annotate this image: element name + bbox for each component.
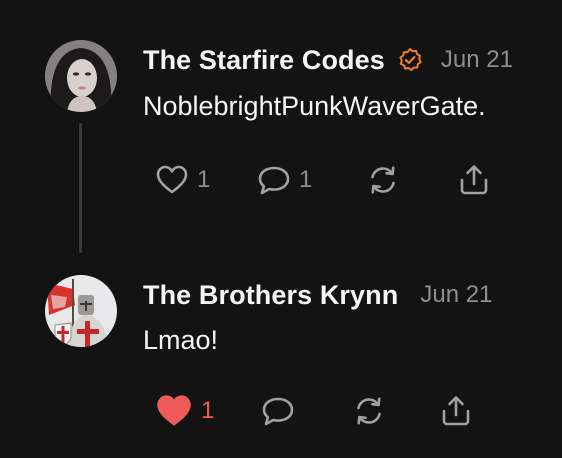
reply-button[interactable] <box>261 391 295 431</box>
post-actions: 1 1 <box>155 160 535 200</box>
author-name[interactable]: The Brothers Krynn <box>143 280 398 311</box>
post-header: The Starfire Codes Jun 21 <box>143 40 513 80</box>
share-button[interactable] <box>438 391 474 431</box>
post-date[interactable]: Jun 21 <box>420 281 492 309</box>
avatar-brothers-krynn[interactable] <box>45 275 117 347</box>
heart-outline-icon <box>156 165 188 194</box>
repost-button[interactable] <box>351 391 387 431</box>
author-name[interactable]: The Starfire Codes <box>143 45 385 76</box>
repost-button[interactable] <box>365 160 401 200</box>
repost-icon <box>371 166 395 194</box>
share-icon <box>442 396 470 426</box>
comment-icon <box>258 166 290 195</box>
post-body: NoblebrightPunkWaverGate. <box>143 91 486 121</box>
reply-button[interactable]: 1 <box>257 160 312 200</box>
post-body: Lmao! <box>143 325 219 355</box>
post-header: The Brothers Krynn Jun 21 <box>143 275 492 315</box>
like-count: 1 <box>201 397 215 424</box>
repost-icon <box>357 397 381 425</box>
knight-avatar-image <box>45 275 117 347</box>
like-button[interactable]: 1 <box>155 160 210 200</box>
thread-connector-line <box>79 123 82 253</box>
post-actions: 1 <box>155 391 535 431</box>
post-date[interactable]: Jun 21 <box>441 46 513 74</box>
share-icon <box>460 165 488 195</box>
avatar-starfire-codes[interactable] <box>45 40 117 112</box>
share-button[interactable] <box>456 160 492 200</box>
verified-badge-icon <box>397 47 423 73</box>
like-button[interactable]: 1 <box>155 391 214 431</box>
user-avatar-photo <box>45 40 117 112</box>
comment-icon <box>262 397 294 426</box>
heart-filled-icon <box>157 395 191 426</box>
reply-count: 1 <box>299 166 313 193</box>
like-count: 1 <box>197 166 211 193</box>
